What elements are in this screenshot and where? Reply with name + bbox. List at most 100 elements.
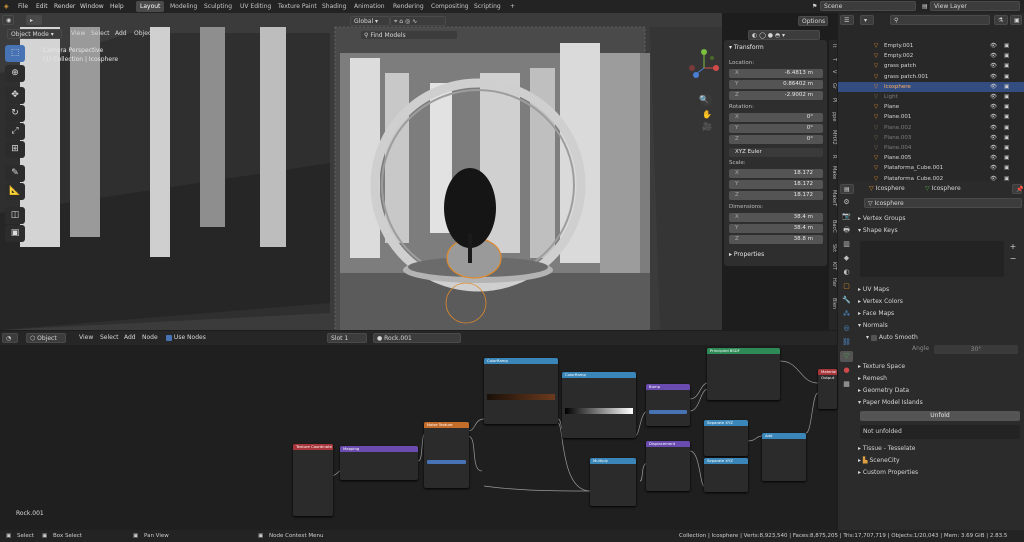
mesh-data-field[interactable]: ▽ Icosphere [864, 198, 1022, 208]
outliner-item[interactable]: ▽ grass patch 👁 ▣ [838, 61, 1024, 71]
scene-tab-icon[interactable]: ◆ [840, 253, 853, 264]
output-tab-icon[interactable]: 🖶 [840, 225, 853, 236]
bump-strength-field[interactable] [649, 410, 687, 414]
outliner-item[interactable]: ▽ Plane.002 👁 ▣ [838, 123, 1024, 133]
panel-custom-properties[interactable]: ▸ Custom Properties [858, 467, 1018, 478]
outliner-item[interactable]: ▽ Plataforma_Cube.001 👁 ▣ [838, 163, 1024, 173]
location-x-field[interactable]: X -6.4813 m [729, 69, 823, 78]
mesh-data-tab-icon[interactable]: ▽ [840, 351, 853, 362]
node-editor-type-icon[interactable]: ◔ [2, 333, 18, 343]
outliner-item[interactable]: ▽ Empty.001 👁 ▣ [838, 41, 1024, 51]
panel-normals[interactable]: ▾ Normals [858, 320, 1018, 331]
visibility-eye-icon[interactable]: 👁 [990, 133, 997, 143]
tab-compositing[interactable]: Compositing [427, 1, 473, 12]
outliner-item[interactable]: ▽ Plane.003 👁 ▣ [838, 133, 1024, 143]
sidebar-tab-skt[interactable]: Skt [829, 244, 837, 252]
tab-shading[interactable]: Shading [318, 1, 350, 12]
colorramp-gradient[interactable] [487, 394, 555, 400]
extra-tool-icon[interactable]: ▣ [5, 225, 25, 242]
shading-mode-buttons[interactable]: ◐ ◯ ● ◓ ▾ [748, 30, 820, 40]
sidebar-tab-mhx2[interactable]: MHX2 [829, 130, 837, 145]
visibility-eye-icon[interactable]: 👁 [990, 143, 997, 153]
visibility-eye-icon[interactable]: 👁 [990, 92, 997, 102]
panel-scenecity[interactable]: ▸ ▙ SceneCity [858, 455, 1018, 466]
pan-hand-icon[interactable]: ✋ [702, 110, 712, 119]
render-visibility-icon[interactable]: ▣ [1004, 51, 1009, 61]
sidebar-tab-r[interactable]: R [829, 155, 837, 158]
node-multiply[interactable]: Multiply [590, 458, 636, 506]
use-nodes-checkbox[interactable] [166, 334, 172, 341]
filter-icon[interactable]: ⚗ [994, 15, 1008, 25]
outliner-item[interactable]: ▽ Empty.002 👁 ▣ [838, 51, 1024, 61]
options-dropdown[interactable]: Options [798, 16, 828, 26]
texture-tab-icon[interactable]: ▦ [840, 379, 853, 390]
tab-uv-editing[interactable]: UV Editing [236, 1, 275, 12]
rotate-tool-icon[interactable]: ↻ [5, 105, 25, 122]
modifiers-tab-icon[interactable]: 🔧 [840, 295, 853, 306]
shader-type-dropdown[interactable]: ⬡ Object [26, 333, 66, 343]
location-z-field[interactable]: Z -2.9002 m [729, 91, 823, 100]
shape-key-add-remove[interactable]: + − [1008, 241, 1018, 265]
auto-smooth-checkbox[interactable] [870, 334, 877, 341]
camera-view-icon[interactable]: 🎥 [702, 122, 712, 131]
visibility-eye-icon[interactable]: 👁 [990, 102, 997, 112]
object-tab-icon[interactable]: ▢ [840, 281, 853, 292]
render-visibility-icon[interactable]: ▣ [1004, 102, 1009, 112]
panel-geometry-data[interactable]: ▸ Geometry Data [858, 385, 1018, 396]
panel-uv-maps[interactable]: ▸ UV Maps [858, 284, 1018, 295]
render-visibility-icon[interactable]: ▣ [1004, 92, 1009, 102]
node-mapping[interactable]: Mapping [340, 446, 418, 480]
node-menu-add[interactable]: Add [121, 333, 139, 343]
node-noise-texture[interactable]: Noise Texture [424, 422, 469, 488]
shape-keys-list[interactable] [860, 241, 1004, 277]
visibility-eye-icon[interactable]: 👁 [990, 61, 997, 71]
node-menu-view[interactable]: View [76, 333, 96, 343]
select-mode-icon[interactable]: ▸ [26, 15, 42, 25]
tab-scripting[interactable]: Scripting [470, 1, 505, 12]
node-add[interactable]: Add [762, 433, 806, 481]
node-separate-xyz-2[interactable]: Separate XYZ [704, 458, 748, 492]
viewport-menu-view[interactable]: View [68, 29, 88, 39]
move-tool-icon[interactable]: ✥ [5, 87, 25, 104]
rotation-x-field[interactable]: X 0° [729, 113, 823, 122]
viewport-menu-select[interactable]: Select [88, 29, 113, 39]
render-visibility-icon[interactable]: ▣ [1004, 163, 1009, 173]
sidebar-tab-gr[interactable]: Gr [829, 83, 837, 89]
visibility-eye-icon[interactable]: 👁 [990, 41, 997, 51]
visibility-eye-icon[interactable]: 👁 [990, 123, 997, 133]
menu-window[interactable]: Window [80, 0, 104, 13]
world-tab-icon[interactable]: ◐ [840, 267, 853, 278]
outliner-display-mode-icon[interactable]: ▾ [860, 15, 874, 25]
node-separate-xyz-1[interactable]: Separate XYZ [704, 420, 748, 456]
constraints-tab-icon[interactable]: ⛓ [840, 337, 853, 348]
outliner-item[interactable]: ▽ Plane.001 👁 ▣ [838, 112, 1024, 122]
cursor-tool-icon[interactable]: ⊕ [5, 65, 25, 82]
scale-x-field[interactable]: X 18.172 [729, 169, 823, 178]
sidebar-tab-har[interactable]: Har [829, 278, 837, 287]
sidebar-tab-maket[interactable]: MakeT [829, 190, 837, 206]
zoom-icon[interactable]: 🔍 [699, 95, 709, 104]
annotate-tool-icon[interactable]: ✎ [5, 165, 25, 182]
outliner-item[interactable]: ▽ Icosphere 👁 ▣ [838, 81, 1024, 92]
pin-icon[interactable]: 📌 [1012, 184, 1023, 194]
tab-sculpting[interactable]: Sculpting [200, 1, 236, 12]
scale-y-field[interactable]: Y 18.172 [729, 180, 823, 189]
properties-editor-type-icon[interactable]: ▤ [840, 184, 854, 194]
sidebar-tab-tool[interactable]: T [829, 58, 837, 61]
dimensions-z-field[interactable]: Z 38.8 m [729, 235, 823, 244]
tab-rendering[interactable]: Rendering [389, 1, 428, 12]
sidebar-tab-bacc[interactable]: BacC [829, 220, 837, 233]
sidebar-tab-blen[interactable]: Blen [829, 298, 837, 309]
blender-logo-icon[interactable]: ◈ [4, 0, 9, 13]
select-box-tool-icon[interactable]: ⬚ [5, 45, 25, 62]
rotation-mode-dropdown[interactable]: XYZ Euler [729, 148, 823, 157]
tab-animation[interactable]: Animation [350, 1, 389, 12]
tool-tab-icon[interactable]: ⚙ [840, 197, 853, 208]
new-collection-icon[interactable]: ▣ [1010, 15, 1022, 25]
outliner-item[interactable]: ▽ grass patch.001 👁 ▣ [838, 72, 1024, 82]
node-displacement[interactable]: Displacement [646, 441, 690, 491]
rotation-z-field[interactable]: Z 0° [729, 135, 823, 144]
node-principled-bsdf[interactable]: Principled BSDF [707, 348, 780, 400]
sidebar-tab-view[interactable]: V [829, 70, 837, 73]
menu-render[interactable]: Render [54, 0, 75, 13]
